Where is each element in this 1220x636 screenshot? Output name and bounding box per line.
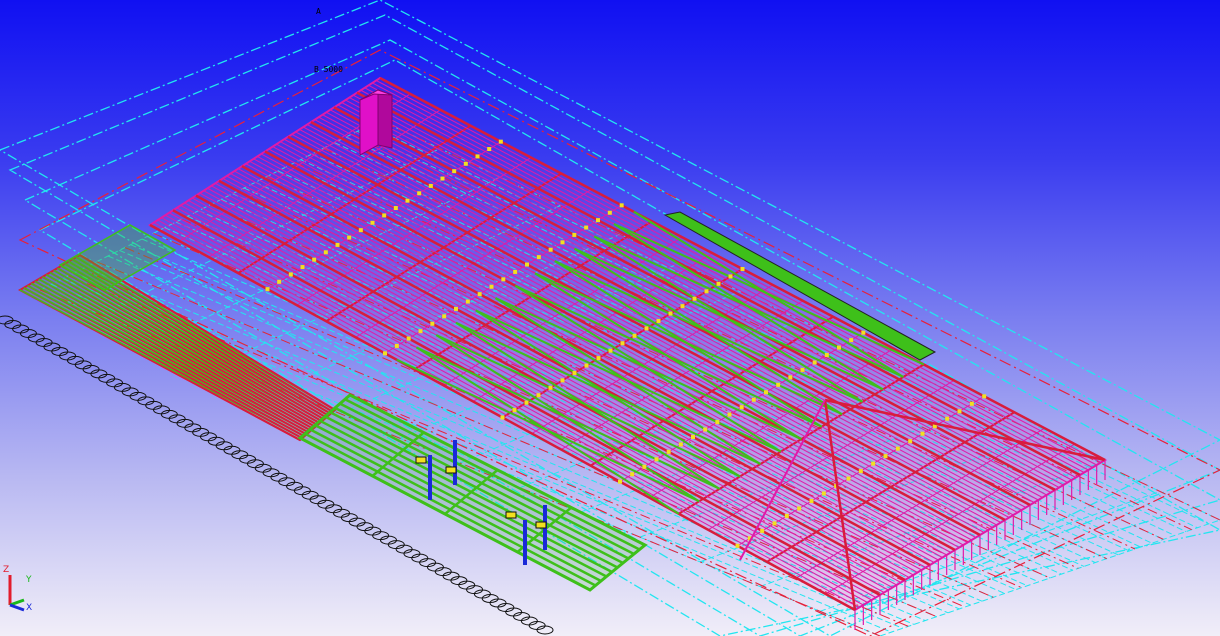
structural-model[interactable]: A B 5000 [0,0,1220,636]
z-axis-label: Z [3,565,9,575]
x-axis-label: X [26,603,32,613]
y-axis-label: Y [25,575,32,585]
grid-tag-top: A [316,7,321,16]
3d-viewport[interactable]: A B 5000 Z Y X [0,0,1220,636]
axis-triad: Z Y X [3,565,32,613]
x-axis-icon [9,603,25,612]
chimney-block [359,89,393,156]
grid-tag-left: B 5000 [314,65,343,74]
